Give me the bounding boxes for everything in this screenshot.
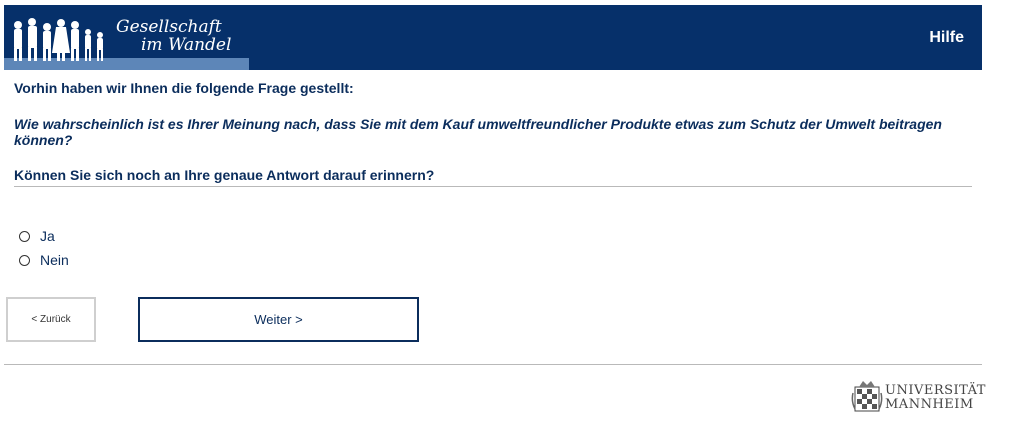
radio-ja[interactable] bbox=[19, 230, 30, 242]
radio-nein[interactable] bbox=[19, 254, 30, 266]
answer-options: Ja Nein bbox=[19, 224, 69, 272]
intro-text: Vorhin haben wir Ihnen die folgende Frag… bbox=[14, 80, 354, 96]
question-text: Wie wahrscheinlich ist es Ihrer Meinung … bbox=[14, 116, 942, 148]
logo-title-line1: Gesellschaft bbox=[116, 17, 222, 37]
back-button[interactable]: < Zurück bbox=[6, 297, 96, 342]
gesellschaft-im-wandel-logo: Gesellschaft im Wandel bbox=[4, 5, 249, 70]
universitaet-mannheim-logo: UNIVERSITÄT MANNHEIM bbox=[851, 377, 986, 417]
option-label-nein: Nein bbox=[40, 252, 69, 268]
divider-bottom bbox=[4, 364, 982, 365]
next-button[interactable]: Weiter > bbox=[138, 297, 419, 342]
help-link[interactable]: Hilfe bbox=[929, 29, 964, 47]
university-crest-icon bbox=[851, 381, 883, 412]
option-nein[interactable]: Nein bbox=[19, 248, 69, 272]
university-name-line2: MANNHEIM bbox=[885, 397, 974, 412]
prompt-text: Können Sie sich noch an Ihre genaue Antw… bbox=[14, 167, 435, 183]
option-ja[interactable]: Ja bbox=[19, 224, 69, 248]
university-name-line1: UNIVERSITÄT bbox=[885, 383, 986, 398]
option-label-ja: Ja bbox=[40, 228, 55, 244]
logo-title-line2: im Wandel bbox=[141, 35, 232, 55]
question-content: Vorhin haben wir Ihnen die folgende Frag… bbox=[14, 80, 972, 183]
divider-top bbox=[14, 186, 972, 187]
header-bar: Gesellschaft im Wandel Hilfe bbox=[4, 5, 982, 70]
